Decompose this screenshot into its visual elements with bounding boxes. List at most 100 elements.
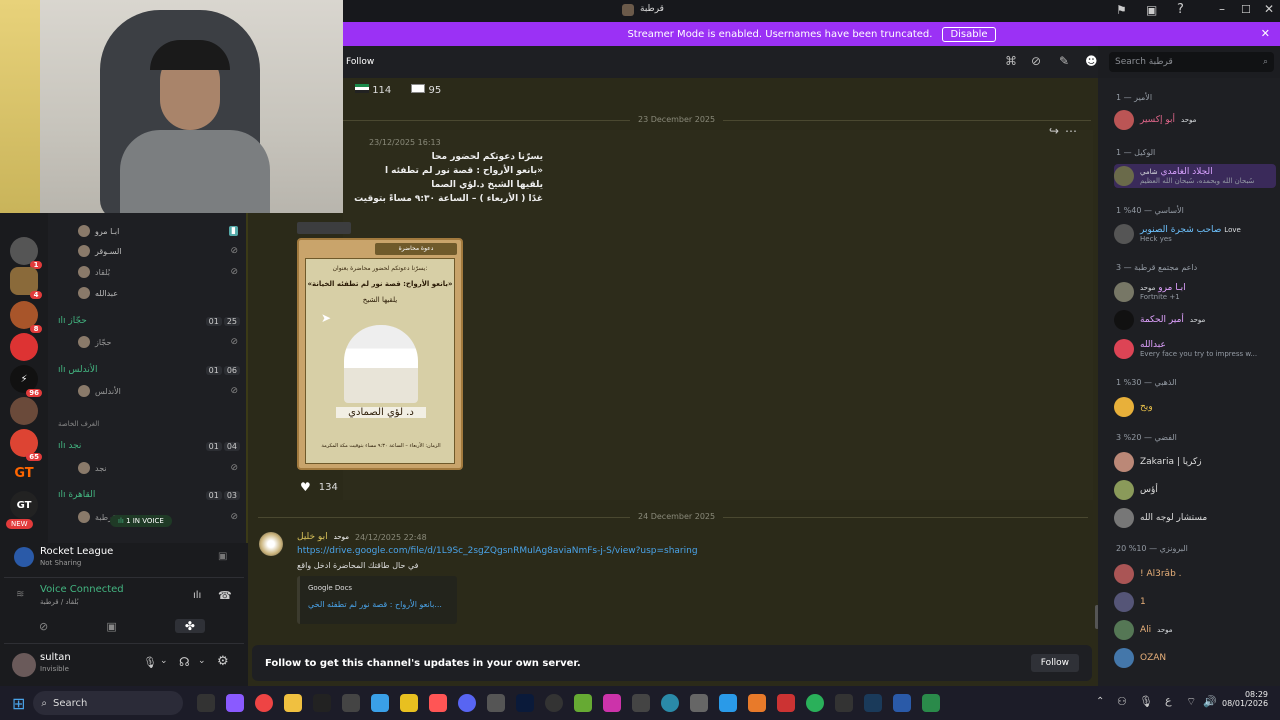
screen-share-icon[interactable]: ▣ [218, 551, 227, 562]
close-banner-icon[interactable]: ✕ [1261, 27, 1270, 40]
members-icon[interactable]: ☻ [1085, 54, 1098, 68]
app-icon[interactable] [197, 694, 216, 712]
reaction-heart[interactable]: ♥ 134 [300, 480, 338, 494]
volume-icon[interactable]: 🔊 [1203, 695, 1217, 708]
app-icon[interactable] [603, 694, 622, 712]
member-item[interactable]: Zakaria | زكريا [1114, 450, 1276, 474]
minimize-button[interactable]: – [1219, 2, 1225, 16]
screen-icon[interactable]: ▣ [1146, 3, 1157, 17]
app-icon[interactable] [777, 694, 796, 712]
app-icon[interactable] [400, 694, 419, 712]
server-icon[interactable]: 4 [10, 267, 42, 299]
member-item[interactable]: OZAN [1114, 646, 1276, 670]
search-bar[interactable]: Search قرطبة ⌕ [1109, 52, 1274, 72]
embed-title[interactable]: بانعو الأرواح : قصة نور لم تطفئه الخي... [308, 600, 457, 609]
server-icon[interactable]: 65 [10, 429, 42, 461]
app-icon[interactable] [835, 694, 854, 712]
chevron-up-icon[interactable]: ⌃ [1096, 696, 1104, 707]
username[interactable]: sultan [40, 652, 71, 663]
member-item[interactable]: ابـا مرو موحد Fortnite +1 [1114, 280, 1276, 304]
app-icon[interactable] [690, 694, 709, 712]
disable-streamer-button[interactable]: Disable [942, 26, 996, 42]
app-icon[interactable] [226, 694, 245, 712]
server-icon[interactable] [10, 333, 38, 361]
rocket-league-icon[interactable] [893, 694, 912, 712]
member-item[interactable]: ! Al3râb . [1114, 562, 1276, 586]
app-icon[interactable] [748, 694, 767, 712]
server-icon[interactable]: 8 [10, 301, 42, 333]
follow-button[interactable]: Follow [1030, 654, 1079, 672]
app-icon[interactable] [719, 694, 738, 712]
steam-icon[interactable] [864, 694, 883, 712]
lecture-poster-image[interactable]: دعوة محاضرة يسرّنا دعوتكم لحضور محاضرة ب… [297, 238, 463, 470]
voice-user[interactable]: حجّاز ⊘ [78, 334, 242, 350]
nvidia-icon[interactable] [574, 694, 593, 712]
share-screen-icon[interactable]: ▣ [106, 620, 116, 633]
edge-icon[interactable] [661, 694, 680, 712]
brave-icon[interactable] [429, 694, 448, 712]
threads-icon[interactable]: ⌘ [1005, 54, 1017, 68]
reaction-flag-2[interactable]: 95 [411, 84, 441, 96]
follow-header-button[interactable]: Follow [346, 57, 374, 67]
mute-icon[interactable]: ⊘ [1031, 54, 1041, 68]
voice-connected-title[interactable]: Voice Connected [40, 584, 124, 595]
wifi-icon[interactable]: ⌔ [1186, 695, 1196, 709]
reaction-flag[interactable]: 114 [355, 84, 391, 96]
obs-icon[interactable] [545, 694, 564, 712]
headphones-icon[interactable]: ☊ [179, 655, 190, 669]
voice-channel[interactable]: ılı نجد 01 04 [58, 438, 240, 454]
whatsapp-icon[interactable] [806, 694, 825, 712]
activities-icon[interactable]: ✤ [174, 619, 205, 633]
sheets-icon[interactable] [922, 694, 941, 712]
voice-channel[interactable]: ılı الأندلس 01 06 [58, 362, 240, 378]
member-item[interactable]: 1 [1114, 590, 1276, 614]
voice-user[interactable]: عبدالله [78, 285, 242, 301]
voice-user[interactable]: بُلقاد ⊘ [78, 264, 242, 280]
voice-channel[interactable]: ılı القاهرة 01 03 [58, 487, 240, 503]
discord-icon[interactable] [458, 694, 477, 712]
noise-suppression-icon[interactable]: ılı [193, 590, 201, 601]
in-voice-pill[interactable]: ılı 1 IN VOICE [110, 515, 172, 527]
server-icon[interactable]: 1 [10, 237, 42, 269]
close-window-button[interactable]: ✕ [1264, 2, 1274, 16]
maximize-button[interactable]: ☐ [1241, 3, 1251, 16]
camera-off-icon[interactable]: ⊘ [39, 620, 48, 633]
more-icon[interactable]: ⋯ [1065, 124, 1077, 138]
server-icon[interactable] [10, 397, 38, 425]
server-icon[interactable]: ⚡ 96 [10, 365, 42, 397]
voice-channel-path[interactable]: بُلقاد / قرطبة [40, 598, 79, 606]
help-icon[interactable]: ? [1177, 2, 1184, 17]
chevron-down-icon[interactable]: ⌄ [198, 656, 206, 666]
member-item[interactable]: مستشار لوجه الله [1114, 506, 1276, 530]
voice-user[interactable]: نجد ⊘ [78, 460, 242, 476]
gear-icon[interactable]: ⚙ [217, 654, 229, 669]
member-item[interactable]: ويح [1114, 395, 1276, 419]
member-item[interactable]: عبدالله Every face you try to impress w..… [1114, 337, 1276, 361]
voice-channel[interactable]: ılı حجّاز 01 25 [58, 313, 240, 329]
voice-user[interactable]: الأندلس ⊘ [78, 383, 242, 399]
member-item[interactable]: أؤس [1114, 478, 1276, 502]
category-header[interactable]: الغرف الخاصة [58, 420, 99, 428]
photoshop-icon[interactable] [516, 694, 535, 712]
network-icon[interactable]: ⚇ [1117, 695, 1127, 708]
taskbar-search[interactable]: ⌕ Search [33, 691, 184, 715]
mail-icon[interactable] [632, 694, 651, 712]
member-item[interactable]: صاحب شجرة الصنوبر Love Heck yes [1114, 222, 1276, 246]
author-name[interactable]: ابو خليل [297, 532, 328, 542]
member-item[interactable]: Ali موحد [1114, 618, 1276, 642]
windows-start-icon[interactable]: ⊞ [12, 694, 25, 713]
epic-icon[interactable] [313, 694, 332, 712]
author-avatar[interactable] [259, 532, 283, 556]
microphone-icon[interactable]: 🎙 [143, 656, 157, 669]
member-item[interactable]: الجلاد الغامدي شامي سُبحان الله وبحمده، س… [1114, 164, 1276, 188]
clock[interactable]: 08:29 08/01/2026 [1222, 690, 1268, 708]
inbox-icon[interactable]: ⚑ [1116, 3, 1127, 17]
member-item[interactable]: أمير الحكمة موحد [1114, 308, 1276, 332]
member-item[interactable]: أبو إكسير موحد [1114, 108, 1276, 132]
explorer-icon[interactable] [284, 694, 303, 712]
chevron-down-icon[interactable]: ⌄ [160, 656, 168, 666]
app-icon[interactable] [342, 694, 361, 712]
disconnect-icon[interactable]: ☎ [218, 589, 232, 602]
chrome-icon[interactable] [255, 694, 274, 712]
language-indicator[interactable]: ع [1165, 694, 1172, 707]
